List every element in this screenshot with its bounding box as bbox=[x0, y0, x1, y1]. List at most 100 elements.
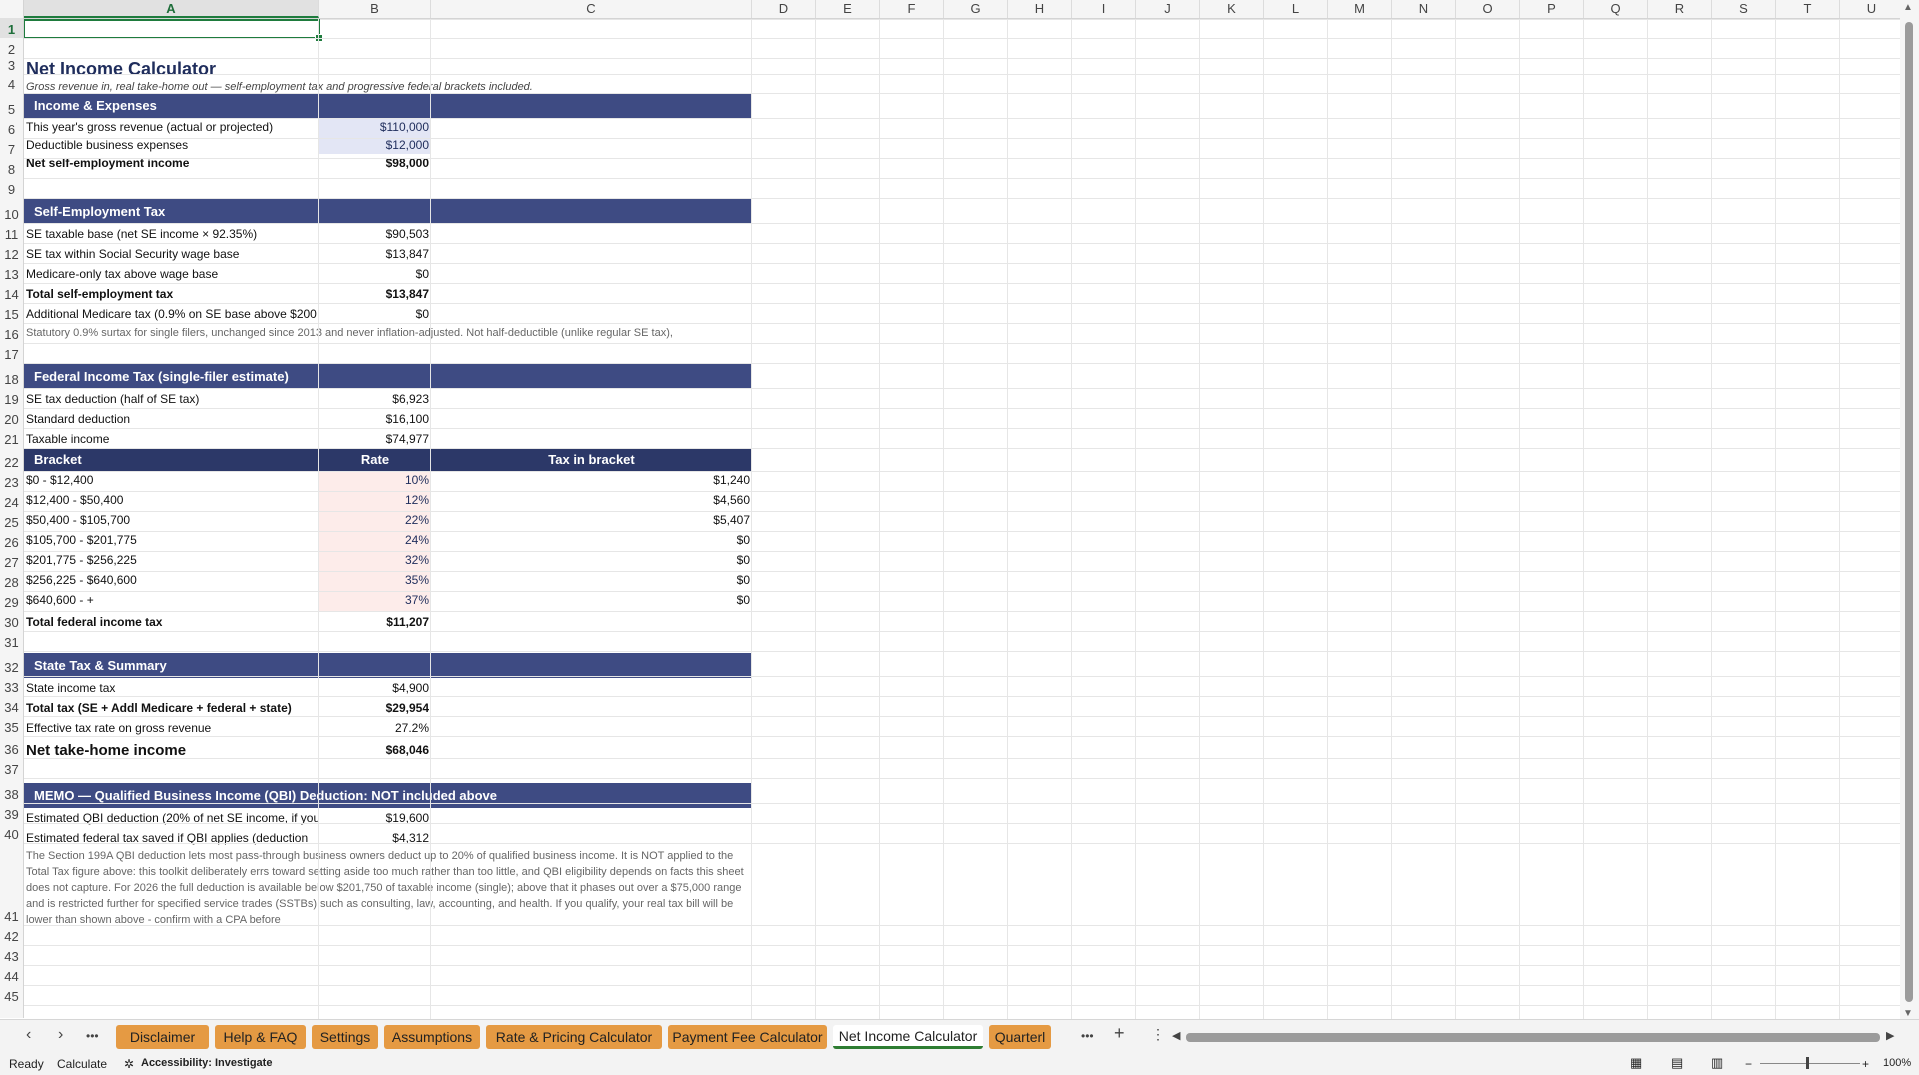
row-header-17[interactable]: 17 bbox=[0, 343, 23, 363]
column-header-u[interactable]: U bbox=[1840, 0, 1904, 18]
zoom-out-icon[interactable]: − bbox=[1745, 1057, 1752, 1071]
bracket-row-rate[interactable]: 10% bbox=[319, 471, 431, 489]
prev-sheet-icon[interactable]: ‹ bbox=[26, 1026, 31, 1044]
row-header-42[interactable]: 42 bbox=[0, 925, 23, 945]
row-header-3[interactable]: 3 bbox=[0, 58, 23, 74]
row-header-33[interactable]: 33 bbox=[0, 676, 23, 696]
row-header-36[interactable]: 36 bbox=[0, 736, 23, 758]
row-header-19[interactable]: 19 bbox=[0, 388, 23, 408]
bracket-row-rate[interactable]: 32% bbox=[319, 551, 431, 569]
row-header-2[interactable]: 2 bbox=[0, 38, 23, 58]
row-header-43[interactable]: 43 bbox=[0, 945, 23, 965]
column-header-l[interactable]: L bbox=[1264, 0, 1328, 18]
row-header-10[interactable]: 10 bbox=[0, 198, 23, 223]
row-header-31[interactable]: 31 bbox=[0, 631, 23, 651]
zoom-slider-thumb[interactable] bbox=[1806, 1057, 1809, 1069]
hscroll-left-icon[interactable]: ◀ bbox=[1172, 1029, 1180, 1042]
sheet-tab-payment-fee-calculator[interactable]: Payment Fee Calculator bbox=[668, 1025, 827, 1049]
column-header-e[interactable]: E bbox=[816, 0, 880, 18]
row-header-12[interactable]: 12 bbox=[0, 243, 23, 263]
row-header-34[interactable]: 34 bbox=[0, 696, 23, 716]
sheet-tab-quarterl[interactable]: Quarterl bbox=[989, 1025, 1051, 1049]
column-header-c[interactable]: C bbox=[431, 0, 752, 18]
row-header-38[interactable]: 38 bbox=[0, 778, 23, 803]
row-header-27[interactable]: 27 bbox=[0, 551, 23, 571]
row-header-28[interactable]: 28 bbox=[0, 571, 23, 591]
column-header-n[interactable]: N bbox=[1392, 0, 1456, 18]
vertical-scroll-thumb[interactable] bbox=[1905, 22, 1913, 1002]
status-calculate[interactable]: Calculate bbox=[57, 1057, 107, 1071]
column-header-b[interactable]: B bbox=[319, 0, 431, 18]
scroll-down-icon[interactable]: ▼ bbox=[1903, 1008, 1913, 1019]
column-header-t[interactable]: T bbox=[1776, 0, 1840, 18]
row-header-5[interactable]: 5 bbox=[0, 93, 23, 118]
income-value-gross[interactable]: $110,000 bbox=[319, 118, 431, 136]
column-header-p[interactable]: P bbox=[1520, 0, 1584, 18]
vertical-scrollbar[interactable]: ▲ ▼ bbox=[1900, 0, 1919, 1025]
sheet-tab-assumptions[interactable]: Assumptions bbox=[384, 1025, 480, 1049]
next-sheet-icon[interactable]: › bbox=[58, 1026, 63, 1044]
sheet-list-more-icon[interactable]: ••• bbox=[86, 1029, 99, 1043]
scroll-up-icon[interactable]: ▲ bbox=[1903, 2, 1913, 13]
column-header-m[interactable]: M bbox=[1328, 0, 1392, 18]
select-all-corner[interactable] bbox=[0, 0, 24, 18]
sheet-tab-net-income-calculator[interactable]: Net Income Calculator bbox=[833, 1025, 983, 1049]
zoom-level[interactable]: 100% bbox=[1883, 1057, 1911, 1069]
zoom-slider-track[interactable] bbox=[1760, 1063, 1860, 1064]
row-header-11[interactable]: 11 bbox=[0, 223, 23, 243]
row-header-44[interactable]: 44 bbox=[0, 965, 23, 985]
bracket-row-rate[interactable]: 37% bbox=[319, 591, 431, 609]
hscroll-right-icon[interactable]: ▶ bbox=[1886, 1029, 1894, 1042]
bracket-row-rate[interactable]: 35% bbox=[319, 571, 431, 589]
row-header-7[interactable]: 7 bbox=[0, 138, 23, 158]
sheet-tab-settings[interactable]: Settings bbox=[312, 1025, 378, 1049]
sheet-menu-icon[interactable]: ⋮ bbox=[1151, 1026, 1165, 1043]
column-header-g[interactable]: G bbox=[944, 0, 1008, 18]
column-header-f[interactable]: F bbox=[880, 0, 944, 18]
row-header-40[interactable]: 40 bbox=[0, 823, 23, 843]
row-header-23[interactable]: 23 bbox=[0, 471, 23, 491]
row-header-35[interactable]: 35 bbox=[0, 716, 23, 736]
row-header-32[interactable]: 32 bbox=[0, 651, 23, 676]
page-layout-icon[interactable]: ▤ bbox=[1671, 1055, 1683, 1071]
more-tabs-icon[interactable]: ••• bbox=[1081, 1029, 1094, 1043]
row-header-30[interactable]: 30 bbox=[0, 611, 23, 631]
column-header-j[interactable]: J bbox=[1136, 0, 1200, 18]
row-header-9[interactable]: 9 bbox=[0, 178, 23, 198]
sheet-tab-disclaimer[interactable]: Disclaimer bbox=[116, 1025, 209, 1049]
row-header-16[interactable]: 16 bbox=[0, 323, 23, 343]
column-header-h[interactable]: H bbox=[1008, 0, 1072, 18]
bracket-row-rate[interactable]: 22% bbox=[319, 511, 431, 529]
row-header-15[interactable]: 15 bbox=[0, 303, 23, 323]
normal-view-icon[interactable]: ▦ bbox=[1630, 1055, 1642, 1071]
cell-grid[interactable]: Net Income Calculator Gross revenue in, … bbox=[24, 19, 1900, 1019]
column-header-a[interactable]: A bbox=[24, 0, 319, 18]
sheet-tab-rate-pricing-calculator[interactable]: Rate & Pricing Calculator bbox=[486, 1025, 662, 1049]
add-sheet-icon[interactable]: + bbox=[1114, 1023, 1125, 1044]
row-header-1[interactable]: 1 bbox=[0, 18, 23, 38]
column-header-k[interactable]: K bbox=[1200, 0, 1264, 18]
status-accessibility[interactable]: Accessibility: Investigate bbox=[141, 1057, 272, 1069]
row-header-13[interactable]: 13 bbox=[0, 263, 23, 283]
sheet-tab-help-faq[interactable]: Help & FAQ bbox=[215, 1025, 306, 1049]
row-header-20[interactable]: 20 bbox=[0, 408, 23, 428]
row-header-6[interactable]: 6 bbox=[0, 118, 23, 138]
zoom-in-icon[interactable]: + bbox=[1862, 1057, 1869, 1071]
row-header-37[interactable]: 37 bbox=[0, 758, 23, 778]
column-header-o[interactable]: O bbox=[1456, 0, 1520, 18]
column-header-r[interactable]: R bbox=[1648, 0, 1712, 18]
row-header-21[interactable]: 21 bbox=[0, 428, 23, 448]
row-header-18[interactable]: 18 bbox=[0, 363, 23, 388]
bracket-row-rate[interactable]: 12% bbox=[319, 491, 431, 509]
column-header-i[interactable]: I bbox=[1072, 0, 1136, 18]
column-header-q[interactable]: Q bbox=[1584, 0, 1648, 18]
row-header-24[interactable]: 24 bbox=[0, 491, 23, 511]
accessibility-icon[interactable]: ✲ bbox=[124, 1057, 134, 1071]
row-header-25[interactable]: 25 bbox=[0, 511, 23, 531]
row-header-4[interactable]: 4 bbox=[0, 74, 23, 93]
row-header-45[interactable]: 45 bbox=[0, 985, 23, 1005]
page-break-icon[interactable]: ▥ bbox=[1711, 1055, 1723, 1071]
bracket-row-rate[interactable]: 24% bbox=[319, 531, 431, 549]
row-header-8[interactable]: 8 bbox=[0, 158, 23, 178]
column-header-d[interactable]: D bbox=[752, 0, 816, 18]
